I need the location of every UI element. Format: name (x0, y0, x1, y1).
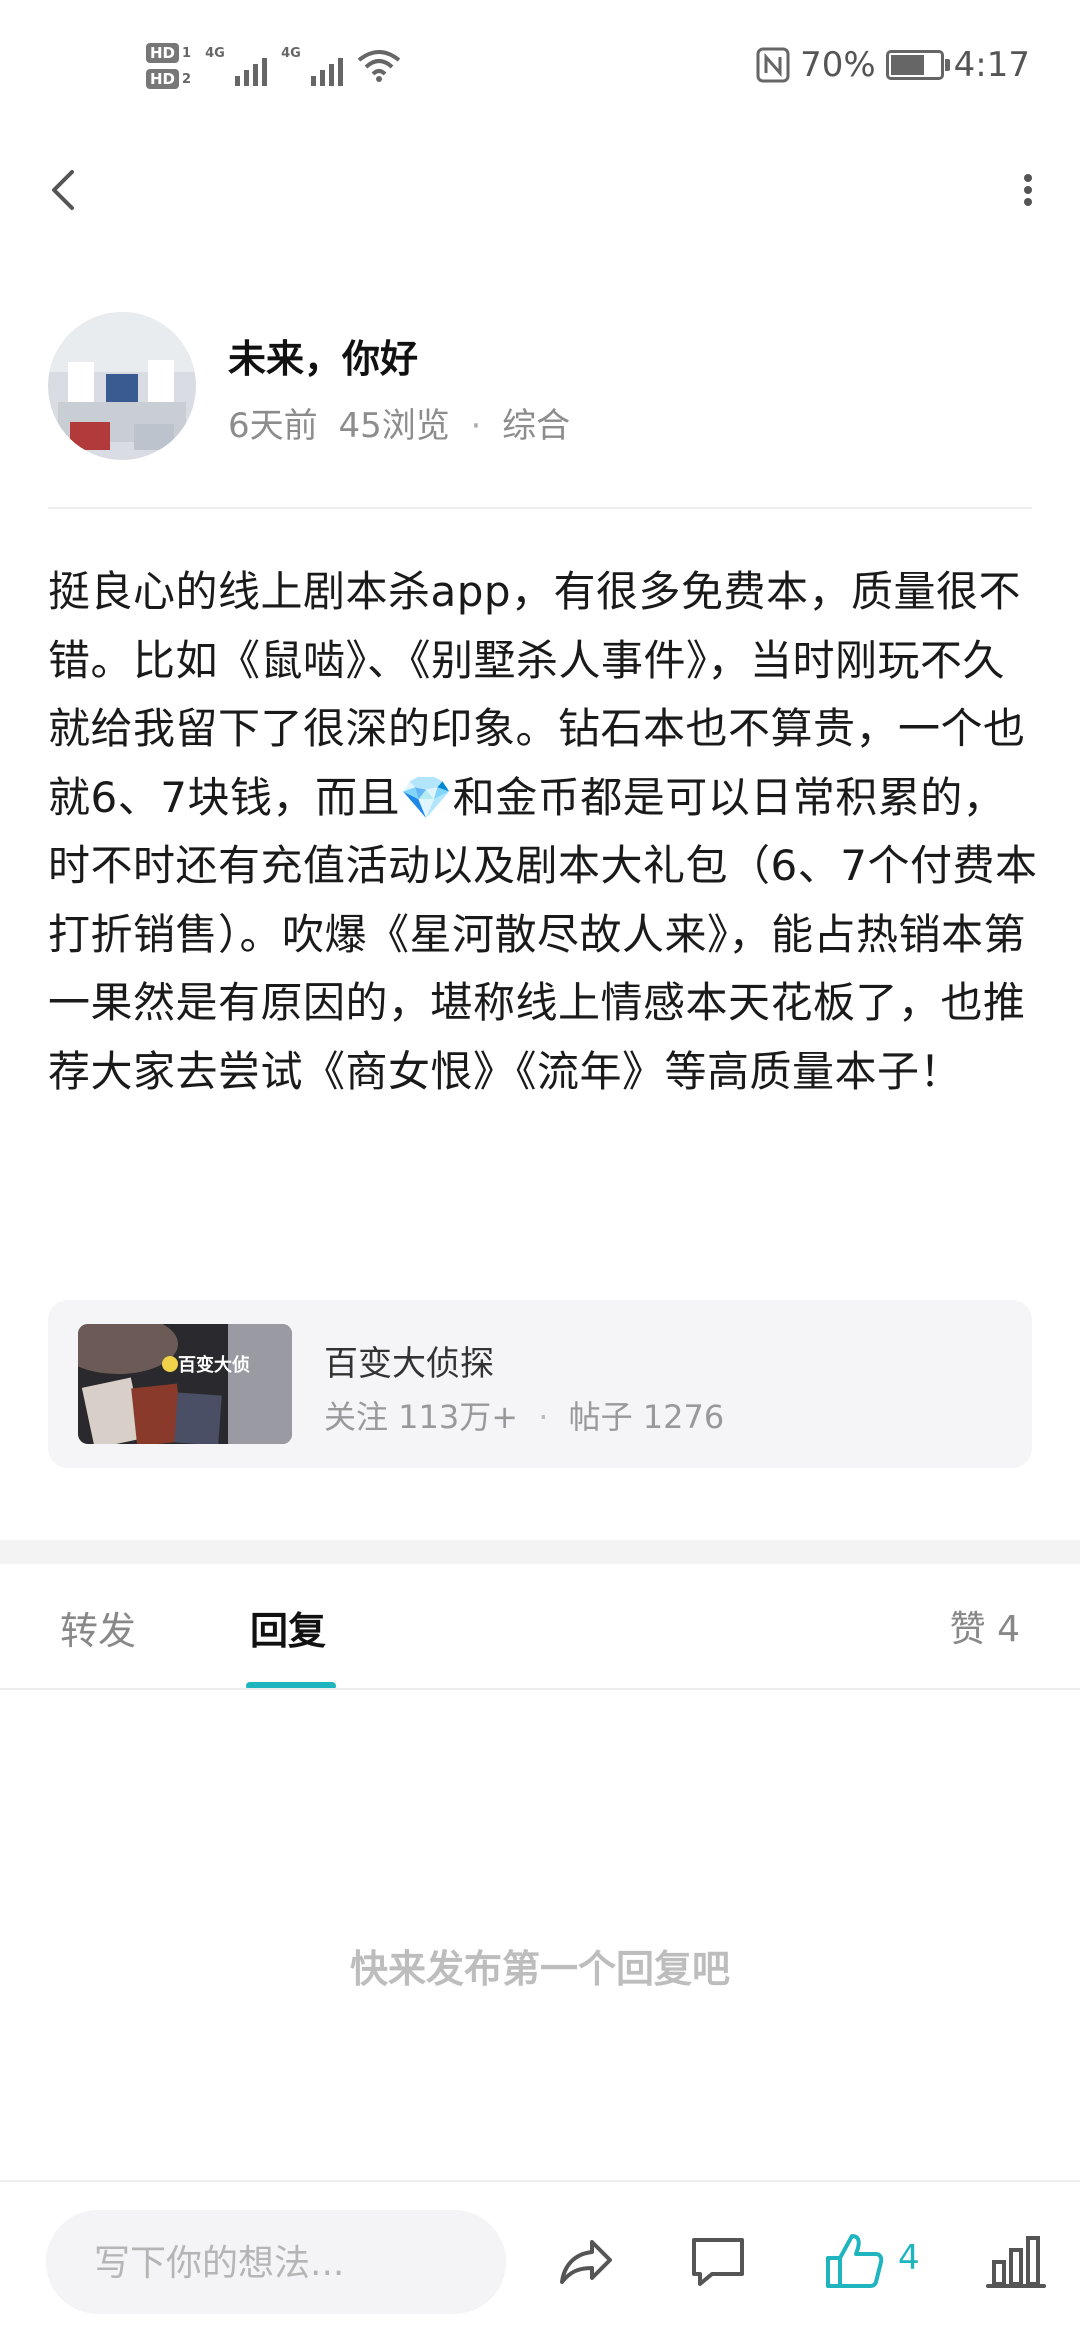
network-type-1: 4G (205, 46, 225, 61)
hd2-sim: 2 (182, 71, 192, 87)
reply-input-container[interactable] (46, 2210, 506, 2316)
wifi-icon (357, 50, 401, 82)
thumbs-up-icon (826, 2234, 884, 2288)
tab-reply[interactable]: 回复 (250, 1600, 326, 1655)
post-body: 挺良心的线上剧本杀app，有很多免费本，质量很不错。比如《鼠啮》、《别墅杀人事件… (48, 567, 1038, 1096)
back-arrow-icon (52, 170, 74, 210)
stats-button[interactable] (976, 2222, 1056, 2302)
like-button[interactable] (816, 2222, 896, 2302)
hd2-label: HD (146, 69, 180, 89)
share-icon (560, 2240, 612, 2284)
more-options-button[interactable] (990, 160, 1050, 220)
post-time: 6天前 (228, 406, 318, 446)
stats-icon (986, 2236, 1046, 2288)
forum-thumb-text: 百变大侦 (178, 1354, 250, 1376)
reply-input[interactable] (92, 2210, 496, 2316)
bottom-divider (0, 2180, 1080, 2182)
stats-separator: · (538, 1398, 549, 1436)
forum-posts: 帖子 1276 (568, 1398, 725, 1436)
hd1-label: HD (146, 43, 180, 63)
avatar[interactable] (48, 312, 196, 460)
back-button[interactable] (40, 160, 90, 220)
hd1-sim: 1 (182, 45, 192, 61)
status-right: 70% 4:17 (756, 40, 1030, 90)
forum-stats: 关注 113万+ · 帖子 1276 (324, 1392, 724, 1438)
battery-percent: 70% (800, 45, 876, 85)
forum-followers: 关注 113万+ (324, 1398, 519, 1436)
share-button[interactable] (548, 2222, 628, 2302)
network-type-2: 4G (281, 46, 301, 61)
section-gap (0, 1540, 1080, 1564)
status-left: HD 1 HD 2 4G 4G (146, 34, 401, 98)
avatar-image (48, 312, 196, 460)
post-meta: 6天前 45浏览 · 综合 (228, 398, 570, 447)
comment-button[interactable] (678, 2222, 758, 2302)
like-count: 4 (898, 2238, 920, 2278)
signal-icon-2: 4G (281, 46, 344, 86)
post-author-name[interactable]: 未来，你好 (228, 328, 418, 383)
tab-like[interactable]: 赞 4 (950, 1600, 1020, 1652)
forum-name: 百变大侦探 (324, 1344, 494, 1384)
forum-thumbnail: 百变大侦 (78, 1324, 292, 1444)
clock: 4:17 (953, 45, 1030, 85)
hd2-indicator: HD 2 (146, 69, 191, 89)
post-views: 45浏览 (338, 406, 450, 446)
status-bar: HD 1 HD 2 4G 4G 70% 4:17 (0, 0, 1080, 130)
tab-forward[interactable]: 转发 (60, 1600, 136, 1655)
forum-card[interactable]: 百变大侦 百变大侦探 关注 113万+ · 帖子 1276 (48, 1300, 1032, 1468)
tabs-divider (0, 1688, 1080, 1690)
post-category[interactable]: 综合 (502, 406, 570, 446)
divider (48, 507, 1032, 509)
more-vertical-icon (1024, 174, 1032, 206)
battery-icon (885, 50, 950, 80)
hd-indicators: HD 1 HD 2 (146, 43, 191, 89)
nfc-icon (756, 47, 790, 83)
comment-icon (692, 2238, 744, 2286)
hd1-indicator: HD 1 (146, 43, 191, 63)
signal-icon: 4G (205, 46, 268, 86)
empty-replies-text: 快来发布第一个回复吧 (349, 1947, 730, 1991)
meta-separator: · (470, 406, 482, 446)
